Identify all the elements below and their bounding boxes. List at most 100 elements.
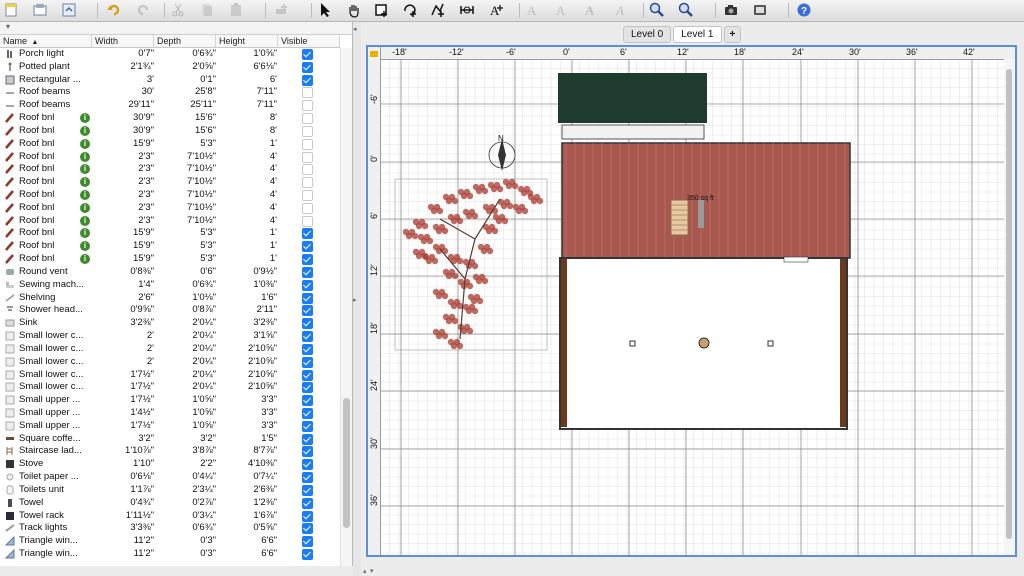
visible-checkbox[interactable] [302, 190, 313, 202]
table-row[interactable]: Roof bnl i 30'9" 15'6" 8' [0, 125, 340, 138]
italic-button[interactable]: A [612, 2, 630, 18]
visible-checkbox[interactable] [302, 497, 313, 509]
table-row[interactable]: Roof bnl i 2'3" 7'10½" 4' [0, 151, 340, 164]
create-video-button[interactable] [751, 2, 769, 18]
visible-checkbox[interactable] [302, 343, 313, 355]
table-row[interactable]: Roof bnl i 2'3" 7'10½" 4' [0, 176, 340, 189]
new-home-button[interactable] [2, 2, 20, 18]
zoom-in-button[interactable] [648, 2, 666, 18]
visible-checkbox[interactable] [302, 484, 313, 496]
visible-checkbox[interactable] [302, 254, 313, 266]
info-icon[interactable]: i [80, 190, 90, 201]
table-row[interactable]: Roof bnl i 2'3" 7'10½" 4' [0, 189, 340, 202]
visible-checkbox[interactable] [302, 164, 313, 176]
pan-mode-button[interactable] [345, 2, 363, 18]
info-icon[interactable]: i [80, 151, 90, 162]
table-row[interactable]: Small upper ... 1'7½" 1'0⅝" 3'3" [0, 420, 340, 433]
visible-checkbox[interactable] [302, 125, 313, 137]
table-row[interactable]: Roof bnl i 15'9" 5'3" 1' [0, 240, 340, 253]
table-row[interactable]: Roof beams 29'11" 25'11" 7'11" [0, 99, 340, 112]
table-row[interactable]: Roof beams 30' 25'8" 7'11" [0, 86, 340, 99]
plan-view[interactable]: 350 sq ft N -18' -12' -6' 0' 6' 12' 18' 24' 30' 36… [366, 45, 1017, 557]
visible-checkbox[interactable] [302, 305, 313, 317]
cut-button[interactable] [169, 2, 187, 18]
visible-checkbox[interactable] [302, 472, 313, 484]
add-furniture-button[interactable] [272, 2, 290, 18]
visible-checkbox[interactable] [302, 49, 313, 60]
table-row[interactable]: Potted plant 2'1¾" 2'0⅝" 6'6⅛" [0, 61, 340, 74]
visible-checkbox[interactable] [302, 292, 313, 304]
table-row[interactable]: Roof bnl i 2'3" 7'10½" 4' [0, 215, 340, 228]
table-row[interactable]: Small lower c... 1'7½" 2'0¼" 2'10⅝" [0, 381, 340, 394]
table-row[interactable]: Small lower c... 2' 2'0¼" 3'1⅝" [0, 330, 340, 343]
visible-checkbox[interactable] [302, 395, 313, 407]
table-row[interactable]: Shower head... 0'9⅝" 0'8⅞" 2'11" [0, 304, 340, 317]
table-row[interactable]: Roof bnl i 15'9" 5'3" 1' [0, 253, 340, 266]
undo-button[interactable] [105, 2, 123, 18]
create-polylines-button[interactable] [429, 2, 447, 18]
table-row[interactable]: Roof bnl i 15'9" 5'3" 1' [0, 227, 340, 240]
visible-checkbox[interactable] [302, 510, 313, 522]
table-row[interactable]: Sink 3'2⅜" 2'0¼" 3'2⅜" [0, 317, 340, 330]
visible-checkbox[interactable] [302, 113, 313, 125]
tab-level-1[interactable]: Level 1 [673, 26, 722, 43]
info-icon[interactable]: i [80, 215, 90, 226]
table-row[interactable]: Roof bnl i 15'9" 5'3" 1' [0, 138, 340, 151]
visible-checkbox[interactable] [302, 241, 313, 253]
zoom-out-button[interactable] [677, 2, 695, 18]
bold-button[interactable]: A [582, 2, 600, 18]
create-rooms-button[interactable] [401, 2, 419, 18]
furniture-list-scrollbar[interactable] [340, 48, 352, 566]
copy-button[interactable] [198, 2, 216, 18]
visible-checkbox[interactable] [302, 100, 313, 112]
column-header-depth[interactable]: Depth [154, 35, 216, 47]
column-header-height[interactable]: Height [216, 35, 278, 47]
info-icon[interactable]: i [80, 202, 90, 213]
column-header-visible[interactable]: Visible [278, 35, 340, 47]
table-row[interactable]: Track lights 3'3⅜" 0'6¾" 0'5⅝" [0, 522, 340, 535]
table-row[interactable]: Roof bnl i 2'3" 7'10½" 4' [0, 163, 340, 176]
split-pane-divider[interactable]: ◂ ▸ [353, 22, 361, 576]
help-button[interactable]: ? [795, 2, 813, 18]
table-row[interactable]: Rectangular ... 3' 0'1" 6' [0, 74, 340, 87]
visible-checkbox[interactable] [302, 536, 313, 548]
create-dimensions-button[interactable] [458, 2, 476, 18]
table-row[interactable]: Roof bnl i 30'9" 15'6" 8' [0, 112, 340, 125]
table-row[interactable]: Shelving 2'6" 1'0⅛" 1'6" [0, 292, 340, 305]
text-style-1-button[interactable]: A [524, 2, 542, 18]
collapse-arrow-icon[interactable]: ▾ [6, 22, 10, 31]
visible-checkbox[interactable] [302, 266, 313, 278]
table-row[interactable]: Sewing mach... 1'4" 0'6¾" 1'0⅜" [0, 279, 340, 292]
table-row[interactable]: Small lower c... 1'7½" 2'0¼" 2'10⅝" [0, 369, 340, 382]
plan-canvas[interactable]: 350 sq ft N [380, 59, 1004, 555]
table-row[interactable]: Towel rack 1'11½" 0'3¼" 1'6⅞" [0, 510, 340, 523]
plan-scroll-thumb[interactable] [1006, 69, 1012, 539]
table-row[interactable]: Small lower c... 2' 2'0¼" 2'10⅝" [0, 343, 340, 356]
create-walls-button[interactable] [373, 2, 391, 18]
table-row[interactable]: Stove 1'10" 2'2" 4'10⅜" [0, 458, 340, 471]
tab-level-0[interactable]: Level 0 [623, 26, 672, 43]
visible-checkbox[interactable] [302, 382, 313, 394]
visible-checkbox[interactable] [302, 523, 313, 535]
visible-checkbox[interactable] [302, 151, 313, 163]
visible-checkbox[interactable] [302, 279, 313, 291]
visible-checkbox[interactable] [302, 331, 313, 343]
visible-checkbox[interactable] [302, 202, 313, 214]
visible-checkbox[interactable] [302, 459, 313, 471]
table-row[interactable]: Toilet paper ... 0'6⅛" 0'4¼" 0'7¼" [0, 471, 340, 484]
open-button[interactable] [31, 2, 49, 18]
catalog-collapse-bar[interactable]: ▾ [0, 22, 352, 35]
visible-checkbox[interactable] [302, 138, 313, 150]
table-row[interactable]: Small upper ... 1'4½" 1'0⅝" 3'3" [0, 407, 340, 420]
visible-checkbox[interactable] [302, 228, 313, 240]
select-mode-button[interactable] [316, 2, 334, 18]
table-row[interactable]: Square coffe... 3'2" 3'2" 1'5" [0, 433, 340, 446]
table-row[interactable]: Small lower c... 2' 2'0¼" 2'10⅝" [0, 356, 340, 369]
visible-checkbox[interactable] [302, 87, 313, 99]
save-button[interactable] [60, 2, 78, 18]
plan-vertical-scrollbar[interactable] [1004, 59, 1015, 555]
paste-button[interactable] [227, 2, 245, 18]
add-level-button[interactable]: + [723, 26, 742, 43]
info-icon[interactable]: i [80, 138, 90, 149]
visible-checkbox[interactable] [302, 318, 313, 330]
